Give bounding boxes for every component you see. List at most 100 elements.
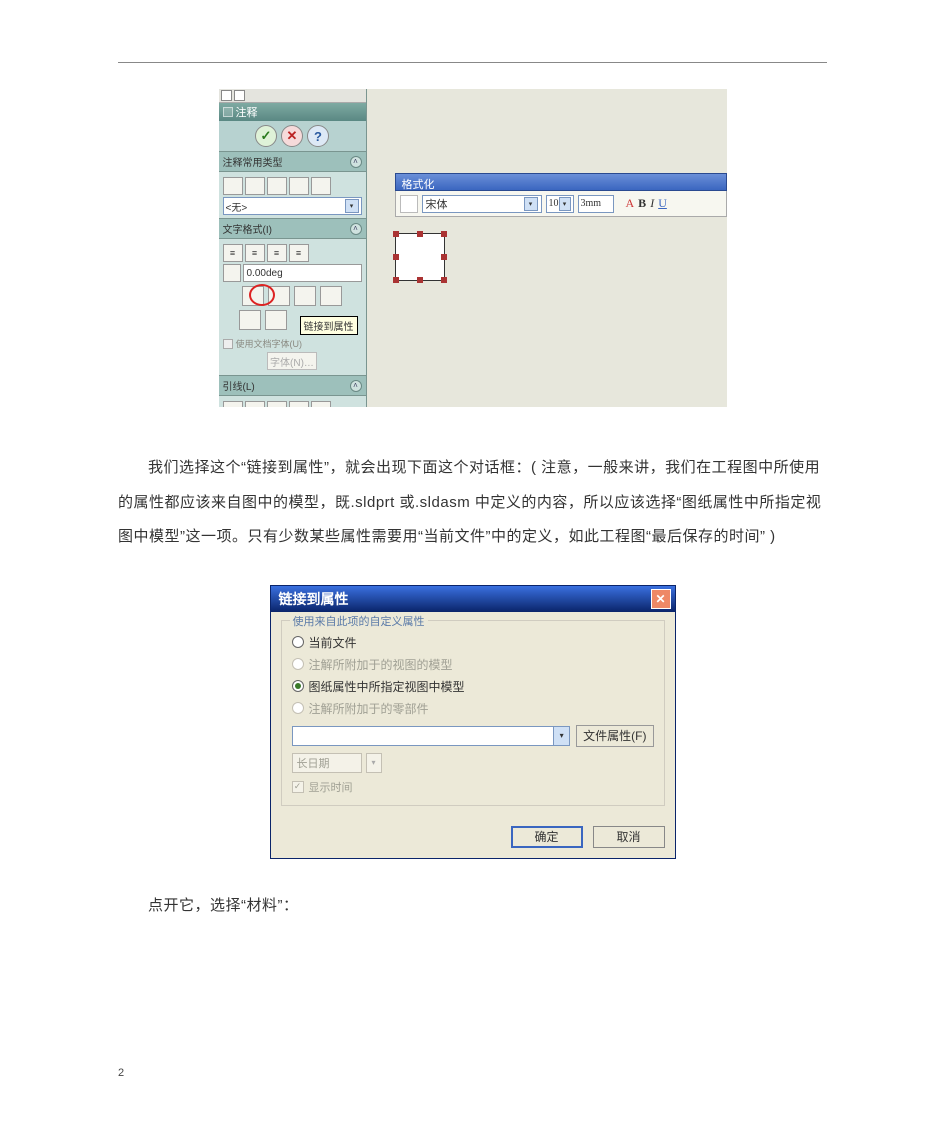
leader-tool[interactable] (311, 401, 331, 407)
close-icon[interactable]: ✕ (651, 589, 671, 609)
page-header-rule (118, 62, 827, 63)
leader-tool[interactable] (223, 401, 243, 407)
insert-tool[interactable] (239, 310, 261, 330)
button-label: 文件属性(F) (583, 727, 646, 744)
panel-title: 注释 (219, 103, 366, 121)
section-leader[interactable]: 引线(L) ˄ (219, 375, 366, 396)
section-text-format[interactable]: 文字格式(I) ˄ (219, 218, 366, 239)
panel-tab-strip (219, 89, 366, 103)
dialog-title-text: 链接到属性 (279, 589, 349, 609)
align-center-icon[interactable]: ≡ (245, 244, 265, 262)
radio-annotation-view-model: 注解所附加于的视图的模型 (292, 656, 654, 673)
help-icon[interactable]: ? (307, 125, 329, 147)
resize-handle[interactable] (393, 277, 399, 283)
date-format-select: 长日期 (292, 753, 362, 773)
tab-icon[interactable] (221, 90, 232, 101)
page-number: 2 (118, 1067, 124, 1079)
style-tool[interactable] (311, 177, 331, 195)
panel-action-row: ✓ ✕ ? (219, 121, 366, 151)
insert-tool[interactable] (320, 286, 342, 306)
radio-icon (292, 658, 304, 670)
checkbox-show-time: ✓ (292, 781, 304, 793)
dialog-titlebar[interactable]: 链接到属性 ✕ (271, 586, 675, 612)
radio-annotation-component: 注解所附加于的零部件 (292, 700, 654, 717)
button-label: 取消 (616, 828, 640, 845)
angle-icon[interactable] (223, 264, 241, 282)
resize-handle[interactable] (417, 231, 423, 237)
align-justify-icon[interactable]: ≡ (289, 244, 309, 262)
property-name-select[interactable]: ▾ (292, 726, 571, 746)
annotation-property-panel: 注释 ✓ ✕ ? 注释常用类型 ˄ (219, 89, 367, 407)
tooltip-link-to-property: 链接到属性 (300, 316, 358, 335)
chevron-down-icon[interactable]: ▾ (553, 727, 569, 745)
ok-button[interactable]: 确定 (511, 826, 583, 848)
file-properties-button[interactable]: 文件属性(F) (576, 725, 653, 747)
chevron-up-icon[interactable]: ˄ (350, 156, 362, 168)
chevron-up-icon[interactable]: ˄ (350, 223, 362, 235)
align-left-icon[interactable]: ≡ (223, 244, 243, 262)
insert-tool[interactable] (265, 310, 287, 330)
section-label: 文字格式(I) (223, 221, 272, 236)
cancel-button[interactable]: 取消 (593, 826, 665, 848)
underline-icon[interactable]: U (658, 196, 667, 211)
radio-label: 当前文件 (309, 634, 357, 651)
radio-icon[interactable] (292, 680, 304, 692)
chevron-down-icon[interactable]: ▾ (524, 197, 538, 211)
bold-icon[interactable]: B (638, 196, 646, 211)
cancel-icon[interactable]: ✕ (281, 125, 303, 147)
section-common-types[interactable]: 注释常用类型 ˄ (219, 151, 366, 172)
panel-title-text: 注释 (236, 104, 258, 120)
checkbox-use-doc-font (223, 339, 233, 349)
angle-input[interactable]: 0.00deg (243, 264, 362, 282)
button-label: 确定 (534, 828, 558, 845)
radio-icon[interactable] (292, 636, 304, 648)
italic-icon[interactable]: I (650, 196, 654, 211)
font-unit-select[interactable]: 3mm (578, 195, 614, 213)
leader-tool[interactable] (267, 401, 287, 407)
radio-label: 图纸属性中所指定视图中模型 (309, 678, 465, 695)
font-button: 字体(N)… (267, 352, 317, 370)
group-label: 使用来自此项的自定义属性 (290, 613, 428, 629)
chevron-up-icon[interactable]: ˄ (350, 380, 362, 392)
font-size-value: 10 (549, 198, 559, 209)
resize-handle[interactable] (393, 231, 399, 237)
paragraph-2: 点开它，选择“材料”： (118, 889, 827, 924)
link-to-property-button[interactable] (268, 286, 290, 306)
style-tool[interactable] (245, 177, 265, 195)
style-tool[interactable] (223, 177, 243, 195)
link-to-property-dialog: 链接到属性 ✕ 使用来自此项的自定义属性 当前文件 注解所附加于的视图的模型 (270, 585, 676, 859)
note-text-box[interactable] (395, 233, 445, 281)
note-icon (223, 107, 233, 117)
resize-handle[interactable] (417, 277, 423, 283)
resize-handle[interactable] (393, 254, 399, 260)
section-label: 引线(L) (223, 378, 255, 393)
resize-handle[interactable] (441, 231, 447, 237)
insert-tool[interactable] (294, 286, 316, 306)
style-tool[interactable] (289, 177, 309, 195)
resize-handle[interactable] (441, 254, 447, 260)
insert-tool[interactable] (242, 286, 264, 306)
style-tool[interactable] (267, 177, 287, 195)
radio-sheet-specified-model[interactable]: 图纸属性中所指定视图中模型 (292, 678, 654, 695)
font-family-value: 宋体 (426, 196, 448, 212)
angle-value: 0.00deg (247, 268, 283, 279)
paragraph-1: 我们选择这个“链接到属性”，就会出现下面这个对话框：( 注意，一般来讲，我们在工… (118, 451, 827, 555)
leader-tool[interactable] (289, 401, 309, 407)
chevron-down-icon[interactable]: ▾ (345, 199, 359, 213)
leader-tool[interactable] (245, 401, 265, 407)
resize-handle[interactable] (441, 277, 447, 283)
radio-label: 注解所附加于的零部件 (309, 700, 429, 717)
tab-icon[interactable] (234, 90, 245, 101)
font-family-select[interactable]: 宋体 ▾ (422, 195, 542, 213)
chevron-down-icon[interactable]: ▾ (559, 197, 571, 211)
align-right-icon[interactable]: ≡ (267, 244, 287, 262)
custom-property-source-group: 使用来自此项的自定义属性 当前文件 注解所附加于的视图的模型 图纸属性中所指定视… (281, 620, 665, 806)
radio-icon (292, 702, 304, 714)
radio-current-file[interactable]: 当前文件 (292, 634, 654, 651)
text-color-icon[interactable]: A (626, 196, 635, 211)
select-value: <无> (226, 199, 248, 214)
ok-icon[interactable]: ✓ (255, 125, 277, 147)
doc-icon[interactable] (400, 195, 418, 213)
font-size-select[interactable]: 10 ▾ (546, 195, 574, 213)
common-type-select[interactable]: <无> ▾ (223, 197, 362, 215)
